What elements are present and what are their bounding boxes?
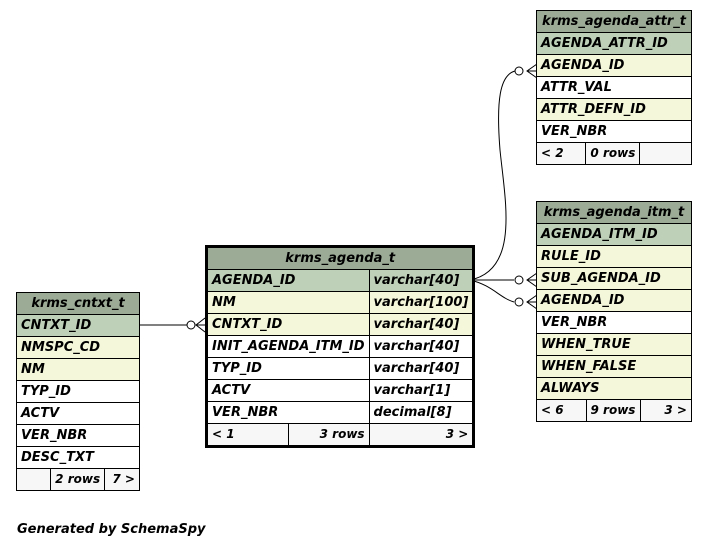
relationship-optional-marker bbox=[514, 66, 524, 76]
parents-link[interactable]: < 2 bbox=[535, 142, 587, 165]
row-count: 2 rows bbox=[50, 468, 106, 491]
column-ver-nbr[interactable]: VER_NBR bbox=[16, 424, 140, 447]
column-type: decimal[8] bbox=[368, 401, 475, 424]
column-desc-txt[interactable]: DESC_TXT bbox=[16, 446, 140, 469]
children-link[interactable] bbox=[639, 142, 692, 165]
er-diagram: krms_agenda_attr_t AGENDA_ATTR_ID AGENDA… bbox=[0, 0, 707, 552]
column-agenda-id[interactable]: AGENDA_ID bbox=[536, 54, 692, 77]
children-link[interactable]: 3 > bbox=[640, 399, 692, 422]
table-krms-cntxt-t[interactable]: krms_cntxt_t CNTXT_ID NMSPC_CD NM TYP_ID… bbox=[15, 292, 140, 491]
column-type: varchar[40] bbox=[368, 269, 475, 292]
row-count: 3 rows bbox=[288, 423, 370, 447]
row-count: 9 rows bbox=[585, 399, 642, 422]
relationship-crowsfoot bbox=[195, 317, 206, 333]
relationship-optional-marker bbox=[514, 275, 524, 285]
relationship-agenda-to-itm-agenda-id bbox=[469, 279, 515, 303]
parents-link[interactable] bbox=[15, 468, 52, 491]
column-ver-nbr[interactable]: VER_NBR bbox=[536, 120, 692, 143]
column-agenda-id[interactable]: AGENDA_ID bbox=[536, 289, 692, 312]
column-attr-defn-id[interactable]: ATTR_DEFN_ID bbox=[536, 98, 692, 121]
children-link[interactable]: 7 > bbox=[104, 468, 140, 491]
column-always[interactable]: ALWAYS bbox=[536, 377, 692, 400]
column-cntxt-id[interactable]: CNTXT_ID bbox=[206, 313, 370, 336]
table-title[interactable]: krms_agenda_t bbox=[205, 246, 475, 270]
relationship-agenda-to-attr bbox=[469, 70, 516, 281]
table-krms-agenda-attr-t[interactable]: krms_agenda_attr_t AGENDA_ATTR_ID AGENDA… bbox=[535, 10, 692, 165]
parents-link[interactable]: < 6 bbox=[536, 399, 587, 422]
column-rule-id[interactable]: RULE_ID bbox=[536, 245, 692, 268]
row-count: 0 rows bbox=[585, 142, 641, 165]
column-nm[interactable]: NM bbox=[206, 291, 370, 314]
table-title[interactable]: krms_cntxt_t bbox=[16, 292, 140, 315]
column-nmspc-cd[interactable]: NMSPC_CD bbox=[16, 336, 140, 359]
relationship-optional-marker bbox=[514, 297, 524, 307]
column-actv[interactable]: ACTV bbox=[206, 379, 370, 402]
column-when-true[interactable]: WHEN_TRUE bbox=[536, 333, 692, 356]
table-title[interactable]: krms_agenda_itm_t bbox=[536, 201, 692, 224]
column-agenda-attr-id[interactable]: AGENDA_ATTR_ID bbox=[536, 32, 692, 55]
column-agenda-itm-id[interactable]: AGENDA_ITM_ID bbox=[536, 223, 692, 246]
table-title[interactable]: krms_agenda_attr_t bbox=[536, 10, 692, 33]
column-cntxt-id[interactable]: CNTXT_ID bbox=[16, 314, 140, 337]
column-agenda-id[interactable]: AGENDA_ID bbox=[206, 269, 370, 292]
parents-link[interactable]: < 1 bbox=[205, 423, 290, 447]
column-type: varchar[1] bbox=[368, 379, 475, 402]
column-type: varchar[100] bbox=[368, 291, 475, 314]
children-link[interactable]: 3 > bbox=[368, 423, 475, 447]
column-type: varchar[40] bbox=[368, 313, 475, 336]
column-typ-id[interactable]: TYP_ID bbox=[206, 357, 370, 380]
column-actv[interactable]: ACTV bbox=[16, 402, 140, 425]
table-krms-agenda-t[interactable]: krms_agenda_t AGENDA_ID varchar[40] NM v… bbox=[205, 245, 476, 448]
column-typ-id[interactable]: TYP_ID bbox=[16, 380, 140, 403]
column-when-false[interactable]: WHEN_FALSE bbox=[536, 355, 692, 378]
generated-by-label: Generated by SchemaSpy bbox=[17, 522, 206, 537]
column-type: varchar[40] bbox=[368, 335, 475, 358]
table-krms-agenda-itm-t[interactable]: krms_agenda_itm_t AGENDA_ITM_ID RULE_ID … bbox=[536, 201, 692, 422]
column-init-agenda-itm-id[interactable]: INIT_AGENDA_ITM_ID bbox=[206, 335, 370, 358]
column-type: varchar[40] bbox=[368, 357, 475, 380]
relationship-optional-marker bbox=[186, 320, 196, 330]
column-ver-nbr[interactable]: VER_NBR bbox=[536, 311, 692, 334]
column-ver-nbr[interactable]: VER_NBR bbox=[206, 401, 370, 424]
column-nm[interactable]: NM bbox=[16, 358, 140, 381]
column-sub-agenda-id[interactable]: SUB_AGENDA_ID bbox=[536, 267, 692, 290]
column-attr-val[interactable]: ATTR_VAL bbox=[536, 76, 692, 99]
